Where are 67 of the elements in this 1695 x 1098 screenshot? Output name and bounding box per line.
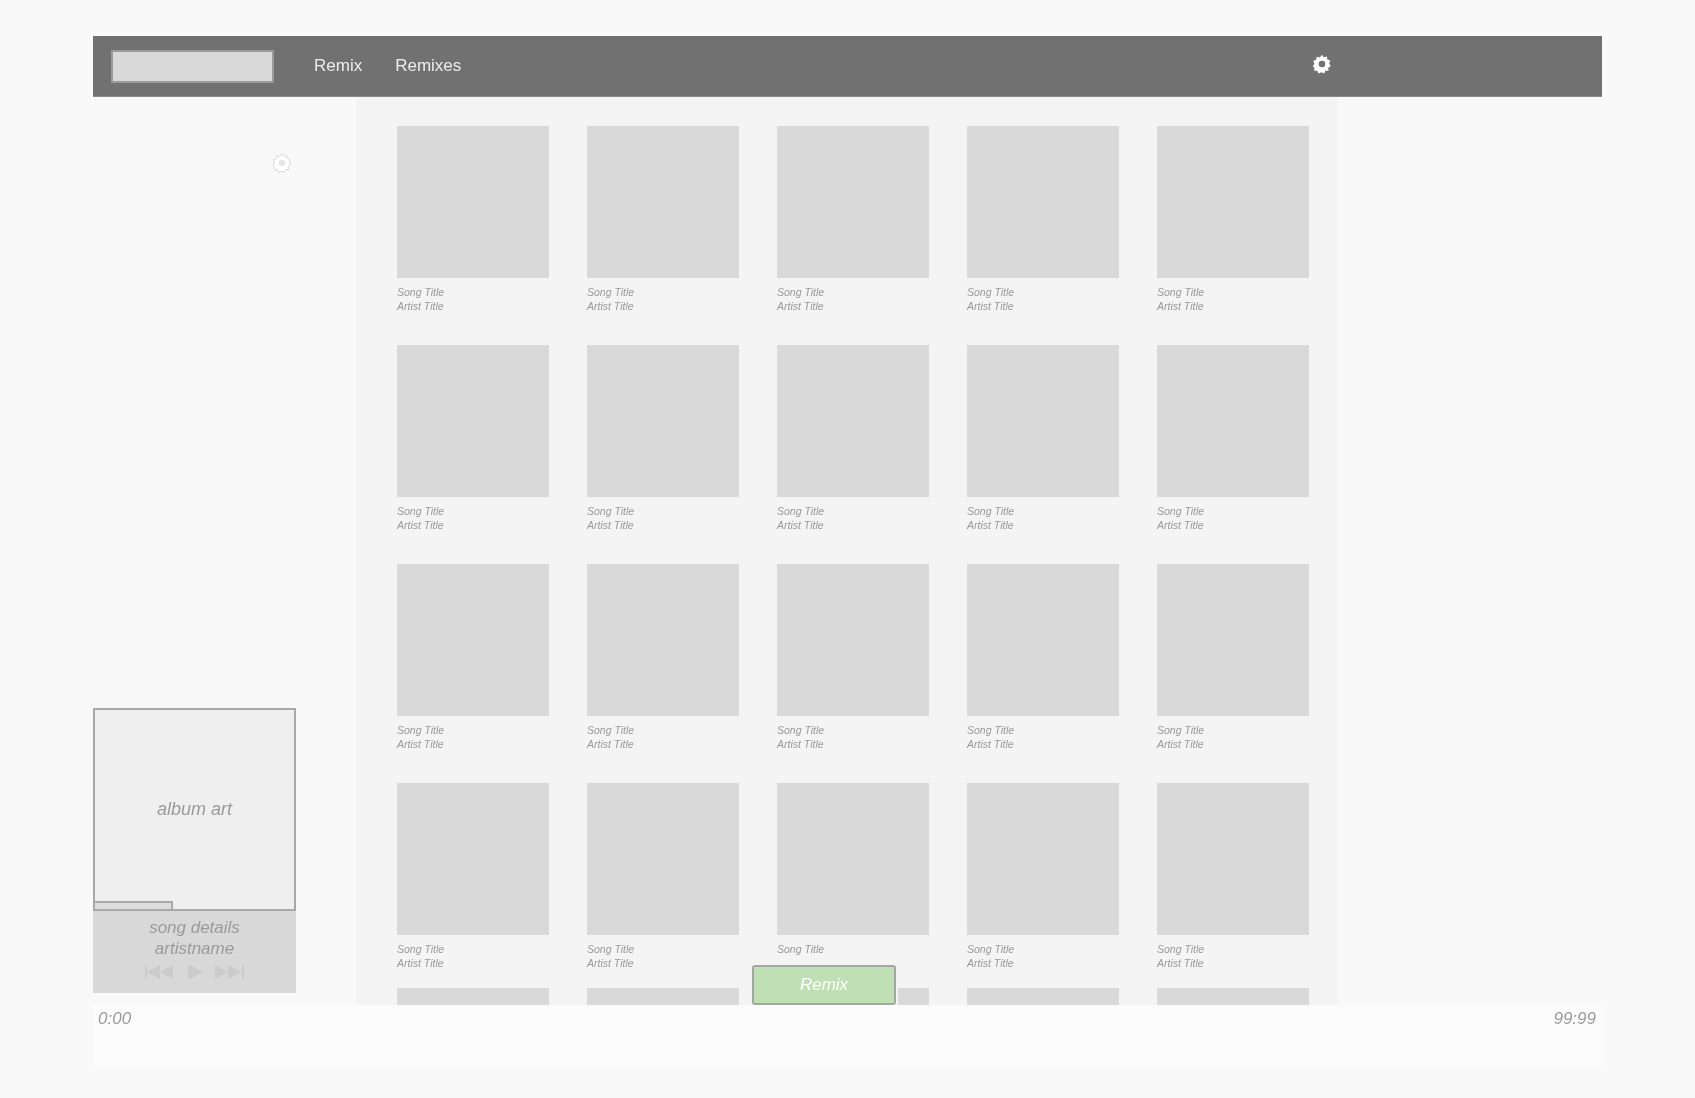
artist-title: Artist Title (967, 737, 1015, 751)
song-title: Song Title (397, 723, 446, 737)
cover-placeholder[interactable] (397, 126, 549, 278)
artist-title: Artist Title (397, 956, 445, 970)
artist-title: Artist Title (397, 518, 445, 532)
song-title: Song Title (587, 504, 636, 518)
song-title: Song Title (587, 285, 636, 299)
cover-placeholder[interactable] (397, 345, 549, 497)
cover-placeholder[interactable] (1157, 564, 1309, 716)
start-time: 0:00 (98, 1009, 132, 1029)
cover-placeholder[interactable] (967, 126, 1119, 278)
song-title: Song Title (587, 942, 636, 956)
song-title: Song Title (777, 942, 826, 956)
progress-bar[interactable] (95, 901, 173, 909)
artist-title: Artist Title (1157, 299, 1205, 313)
cover-placeholder[interactable] (397, 564, 549, 716)
song-details: song details (149, 917, 240, 938)
song-title: Song Title (1157, 723, 1206, 737)
artist-title: Artist Title (777, 737, 825, 751)
artist-name: artistname (154, 938, 235, 959)
artist-title: Artist Title (397, 737, 445, 751)
cover-placeholder[interactable] (587, 783, 739, 935)
cover-placeholder[interactable] (967, 345, 1119, 497)
song-title: Song Title (587, 723, 636, 737)
cover-placeholder[interactable] (967, 564, 1119, 716)
song-title: Song Title (967, 504, 1016, 518)
artist-title: Artist Title (587, 956, 635, 970)
artist-title: Artist Title (1157, 956, 1205, 970)
cover-placeholder[interactable] (777, 783, 929, 935)
cover-placeholder[interactable] (1157, 783, 1309, 935)
cover-placeholder[interactable] (777, 126, 929, 278)
song-title: Song Title (397, 285, 446, 299)
artist-title: Artist Title (587, 518, 635, 532)
artist-title: Artist Title (587, 299, 635, 313)
artist-title: Artist Title (1157, 518, 1205, 532)
cover-placeholder[interactable] (397, 783, 549, 935)
song-title: Song Title (397, 504, 446, 518)
artist-title: Artist Title (777, 299, 825, 313)
cover-placeholder[interactable] (967, 783, 1119, 935)
end-time: 99:99 (1553, 1009, 1596, 1029)
nav-link[interactable]: Remixes (395, 56, 462, 76)
cover-placeholder[interactable] (1157, 126, 1309, 278)
cover-placeholder[interactable] (587, 345, 739, 497)
nav-link[interactable]: Remix (314, 56, 363, 76)
cover-placeholder[interactable] (1157, 345, 1309, 497)
artist-title: Artist Title (967, 956, 1015, 970)
song-title: Song Title (1157, 285, 1206, 299)
song-title: Song Title (967, 942, 1016, 956)
artist-title: Artist Title (587, 737, 635, 751)
song-title: Song Title (967, 285, 1016, 299)
artist-title: Artist Title (1157, 737, 1205, 751)
song-title: Song Title (397, 942, 446, 956)
song-title: Song Title (1157, 504, 1206, 518)
cover-placeholder[interactable] (587, 126, 739, 278)
artist-title: Artist Title (967, 518, 1015, 532)
song-title: Song Title (777, 285, 826, 299)
artist-title: Artist Title (397, 299, 445, 313)
song-title: Song Title (1157, 942, 1206, 956)
album-art-label: album art (156, 799, 232, 820)
song-title: Song Title (777, 504, 826, 518)
artist-title: Artist Title (967, 299, 1015, 313)
cover-placeholder[interactable] (777, 564, 929, 716)
song-title: Song Title (777, 723, 826, 737)
song-title: Song Title (967, 723, 1016, 737)
cover-placeholder[interactable] (777, 345, 929, 497)
cover-placeholder[interactable] (587, 564, 739, 716)
artist-title: Artist Title (777, 518, 825, 532)
